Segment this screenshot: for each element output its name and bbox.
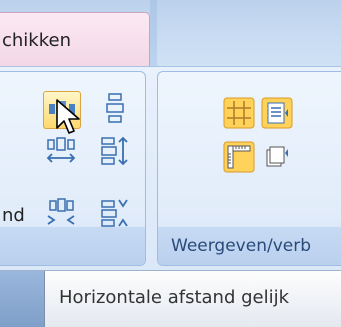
increase-vertical-spacing-button[interactable]: [97, 133, 135, 171]
increase-horizontal-spacing-icon: [46, 137, 76, 163]
tab-label: chikken: [2, 30, 71, 51]
status-bar: Horizontale afstand gelijk: [0, 270, 341, 327]
tooltip-text: Horizontale afstand gelijk: [59, 287, 290, 308]
decrease-horizontal-spacing-icon: [47, 198, 75, 225]
status-strip: [0, 271, 44, 327]
distribute-vertical-icon: [106, 93, 124, 123]
increase-vertical-spacing-icon: [101, 136, 128, 166]
group-weergeven: Weergeven/verb: [157, 71, 341, 266]
properties-panel-icon: [261, 97, 293, 129]
properties-panel-button[interactable]: [258, 94, 296, 132]
increase-horizontal-spacing-button[interactable]: [43, 133, 81, 171]
group-label: Weergeven/verb: [171, 236, 311, 256]
decrease-vertical-spacing-icon: [101, 199, 128, 227]
tooltip: Horizontale afstand gelijk: [44, 271, 341, 327]
tab-schikken[interactable]: chikken: [0, 12, 150, 66]
ruler-icon: [223, 141, 255, 173]
gridlines-icon: [223, 97, 255, 129]
ribbon-panel: nd Weergeven/verb: [0, 66, 341, 271]
page-setup-icon: [266, 146, 288, 167]
ruler-button[interactable]: [220, 138, 258, 176]
tab-separator: [150, 0, 157, 66]
group-truncated-label: nd: [2, 205, 25, 226]
gridlines-button[interactable]: [220, 94, 258, 132]
distribute-vertical-button[interactable]: [97, 90, 135, 128]
page-setup-button[interactable]: [258, 138, 296, 176]
decrease-vertical-spacing-button[interactable]: [97, 195, 135, 233]
mouse-cursor-icon: [56, 99, 80, 134]
ribbon-tab-bar: chikken: [0, 0, 341, 66]
group-footer: Weergeven/verb: [158, 227, 341, 265]
decrease-horizontal-spacing-button[interactable]: [43, 195, 81, 233]
